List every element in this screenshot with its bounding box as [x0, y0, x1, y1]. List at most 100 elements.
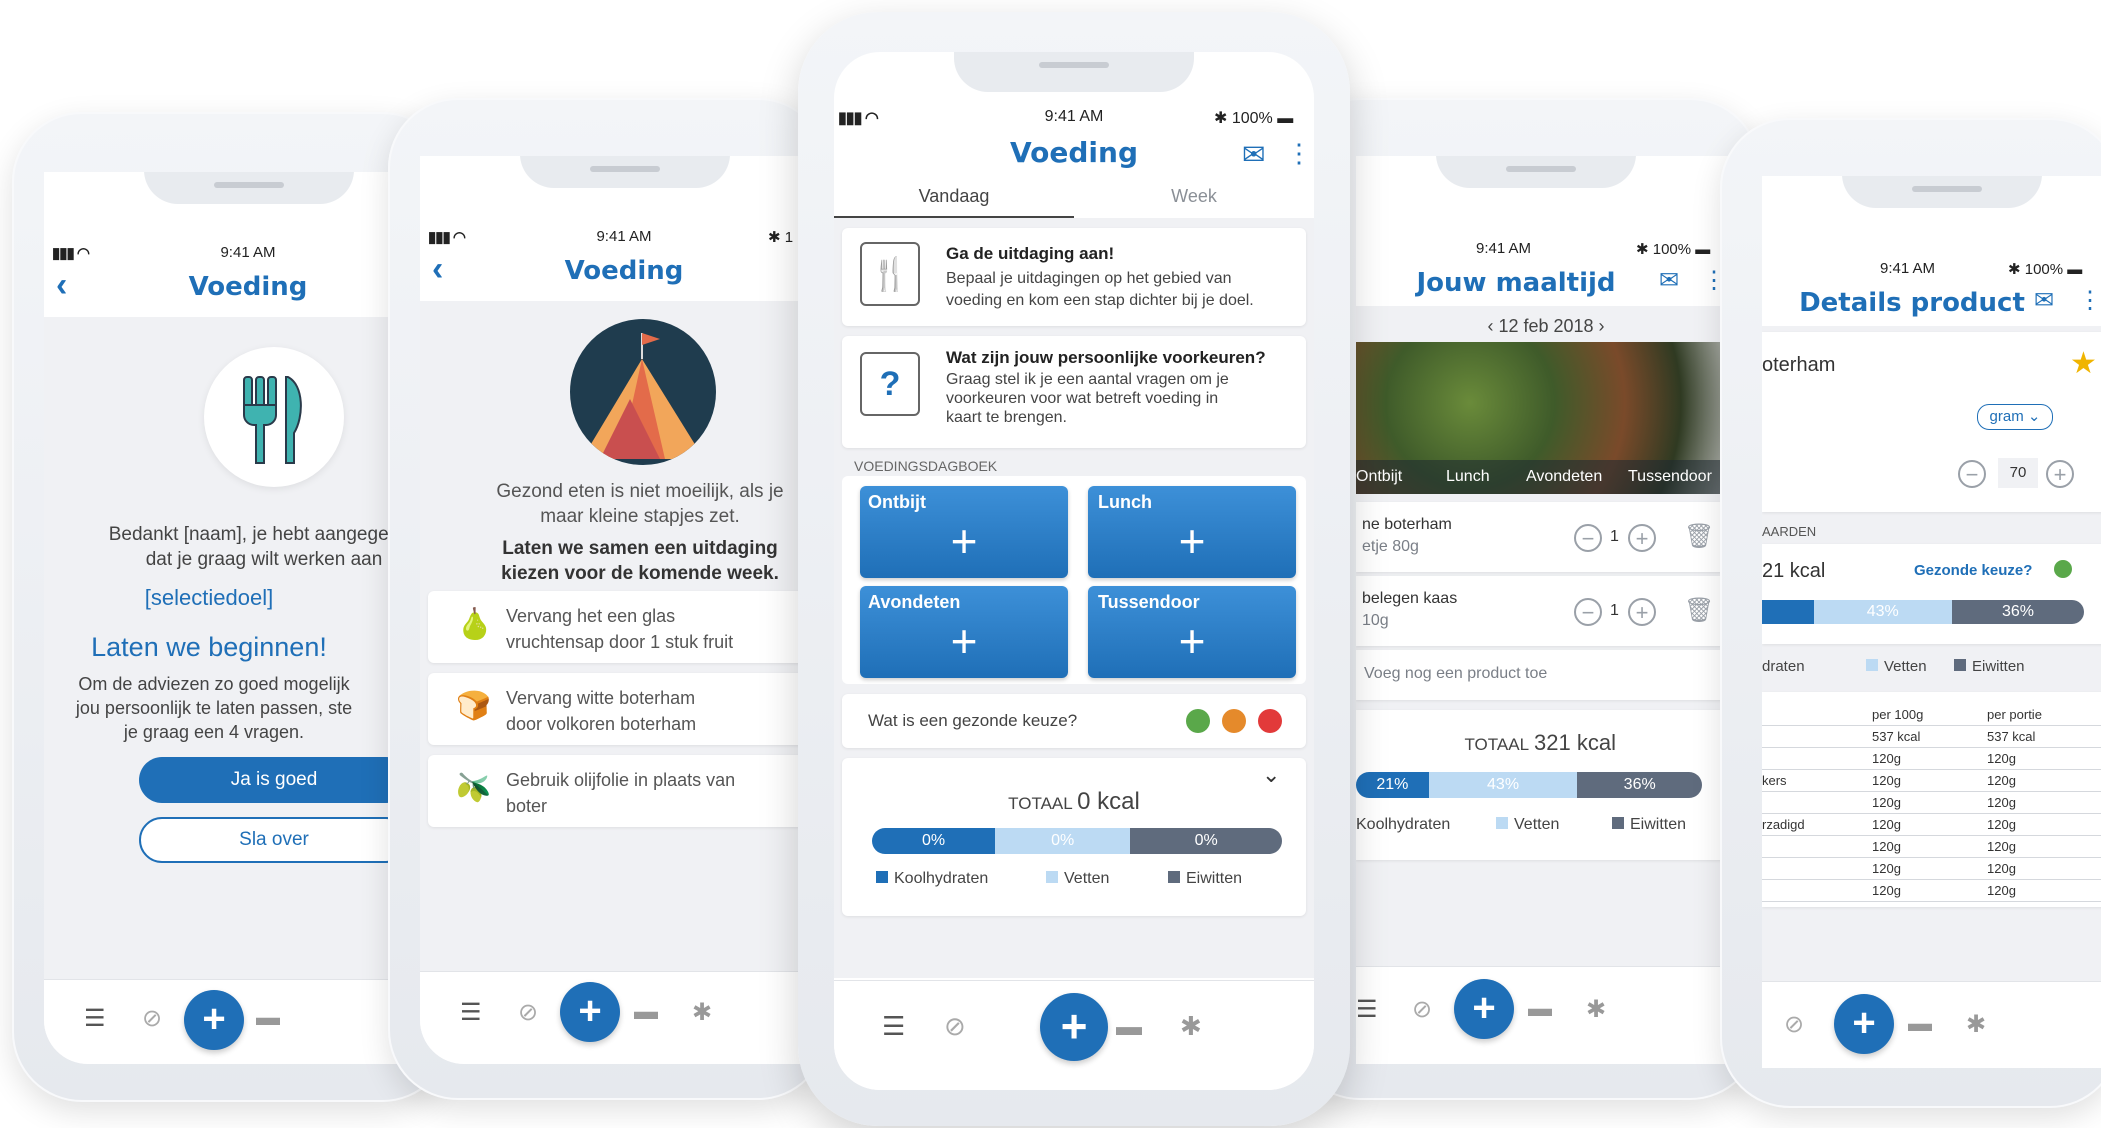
add-button[interactable]: +: [1040, 993, 1108, 1061]
plus-button[interactable]: +: [2046, 460, 2074, 488]
cutlery-icon: 🍴: [860, 242, 920, 306]
meal-tab[interactable]: Tussendoor: [1628, 468, 1712, 486]
more-icon[interactable]: ⋮: [2078, 286, 2101, 315]
tab-bar: ☰ ⊘ + ▬ ✱: [420, 971, 828, 1064]
add-product-row[interactable]: Voeg nog een product toe: [1356, 650, 1736, 700]
meal-tile-breakfast[interactable]: Ontbijt +: [860, 486, 1068, 578]
product-row[interactable]: belegen kaas 10g − 1 + 🗑: [1356, 576, 1736, 646]
plus-button[interactable]: +: [1628, 598, 1656, 626]
content: ‹ 12 feb 2018 › Ontbijt Lunch Avondeten …: [1356, 306, 1736, 966]
yes-button[interactable]: Ja is goed: [139, 757, 409, 803]
trash-icon[interactable]: 🗑: [1684, 522, 1714, 551]
meal-tabs: Ontbijt Lunch Avondeten Tussendoor: [1356, 460, 1736, 494]
compass-icon[interactable]: ⊘: [142, 1004, 162, 1033]
green-dot: [1186, 709, 1210, 733]
list-icon[interactable]: ☰: [1356, 995, 1378, 1024]
amount-input[interactable]: 70: [1998, 458, 2038, 488]
legend-carbs: Koolhydraten: [876, 870, 988, 888]
speaker: [214, 182, 284, 188]
content: Gezond eten is niet moeilijk, als je maa…: [420, 301, 828, 1064]
description: Om de adviezen zo goed mogelijk jou pers…: [75, 674, 353, 742]
notch: [1842, 176, 2042, 208]
goal-link[interactable]: [selectiedoel]: [44, 585, 374, 611]
star-icon[interactable]: ★: [2070, 346, 2097, 381]
macro-bar: 21% 43% 36%: [1356, 772, 1702, 798]
legend-proteins: Eiwitten: [1168, 870, 1242, 888]
date-picker[interactable]: ‹ 12 feb 2018 ›: [1356, 316, 1736, 337]
chevron-down-icon[interactable]: ⌄: [1262, 762, 1280, 788]
product-sub: etje 80g: [1362, 538, 1419, 555]
bar-segment: 36%: [1577, 772, 1702, 798]
mail-icon[interactable]: ✉: [1242, 138, 1265, 171]
speaker: [1039, 62, 1109, 68]
total-card: ⌄ TOTAAL 0 kcal 0% 0% 0% Koolhydraten Ve…: [842, 758, 1306, 916]
list-icon[interactable]: ☰: [84, 1004, 106, 1033]
gear-icon[interactable]: ✱: [1966, 1010, 1986, 1039]
healthy-dot: [2054, 560, 2072, 578]
mail-icon[interactable]: ✉: [2034, 286, 2054, 315]
meal-tab[interactable]: Avondeten: [1526, 468, 1602, 486]
challenge-card[interactable]: 🍴 Ga de uitdaging aan! Bepaal je uitdagi…: [842, 228, 1306, 326]
trash-icon[interactable]: 🗑: [1684, 596, 1714, 625]
compass-icon[interactable]: ⊘: [1412, 995, 1432, 1024]
chat-icon[interactable]: ▬: [634, 998, 658, 1026]
add-button[interactable]: +: [560, 982, 620, 1042]
gear-icon[interactable]: ✱: [1180, 1011, 1202, 1042]
table-row: 120g 120g: [1762, 835, 2101, 858]
challenge-card[interactable]: 🍞 Vervang witte boterham door volkoren b…: [428, 673, 828, 745]
quantity: 1: [1610, 602, 1619, 619]
chat-icon[interactable]: ▬: [1116, 1011, 1142, 1042]
chat-icon[interactable]: ▬: [1528, 995, 1552, 1023]
challenge-card[interactable]: 🍐 Vervang het een glas vruchtensap door …: [428, 591, 828, 663]
healthy-choice-link[interactable]: Gezonde keuze?: [1914, 562, 2032, 579]
total-card: TOTAAL 321 kcal 21% 43% 36% Koolhydraten…: [1356, 710, 1736, 860]
meal-tile-dinner[interactable]: Avondeten +: [860, 586, 1068, 678]
compass-icon[interactable]: ⊘: [1784, 1010, 1804, 1039]
preferences-card[interactable]: ? Wat zijn jouw persoonlijke voorkeuren?…: [842, 336, 1306, 448]
add-button[interactable]: +: [184, 990, 244, 1050]
skip-button[interactable]: Sla over: [139, 817, 409, 863]
tab-today[interactable]: Vandaag: [834, 186, 1074, 207]
mail-icon[interactable]: ✉: [1659, 266, 1679, 295]
tab-bar: ⊘ + ▬ ✱: [1762, 981, 2101, 1068]
battery-indicator: ✱ 100% ▬: [1636, 241, 1711, 258]
compass-icon[interactable]: ⊘: [518, 998, 538, 1027]
meal-tile-snack[interactable]: Tussendoor +: [1088, 586, 1296, 678]
chat-icon[interactable]: ▬: [1908, 1010, 1932, 1038]
mountain-illustration: [570, 319, 716, 465]
minus-button[interactable]: −: [1958, 460, 1986, 488]
list-icon[interactable]: ☰: [460, 998, 482, 1027]
chat-icon[interactable]: ▬: [256, 1004, 280, 1032]
minus-button[interactable]: −: [1574, 524, 1602, 552]
table-row: rzadigd 120g 120g: [1762, 813, 2101, 836]
product-row[interactable]: ne boterham etje 80g − 1 + 🗑: [1356, 502, 1736, 572]
gear-icon[interactable]: ✱: [692, 998, 712, 1027]
phone-challenge: ▮▮▮ ◠ 9:41 AM ✱ 1 ‹ Voeding Gezond eten …: [388, 98, 828, 1100]
table-header: per 100g per portie: [1762, 704, 2101, 726]
tab-bar: ☰ ⊘ + ▬ ✱: [1356, 966, 1736, 1064]
healthy-choice-card[interactable]: Wat is een gezonde keuze?: [842, 694, 1306, 748]
gear-icon[interactable]: ✱: [1586, 995, 1606, 1024]
more-icon[interactable]: ⋮: [1286, 138, 1312, 169]
product-card: oterham ★ gram ⌄ − 70 +: [1762, 332, 2101, 512]
plus-icon: +: [1178, 515, 1206, 567]
challenge-card[interactable]: 🫒 Gebruik olijfolie in plaats van boter: [428, 755, 828, 827]
meal-tab[interactable]: Ontbijt: [1356, 468, 1402, 486]
add-button[interactable]: +: [1834, 994, 1894, 1054]
add-button[interactable]: +: [1454, 979, 1514, 1039]
notch: [954, 52, 1194, 92]
plus-button[interactable]: +: [1628, 524, 1656, 552]
orange-dot: [1222, 709, 1246, 733]
meal-tab[interactable]: Lunch: [1446, 468, 1490, 486]
plus-icon: +: [950, 615, 978, 667]
minus-button[interactable]: −: [1574, 598, 1602, 626]
table-row: kers 120g 120g: [1762, 769, 2101, 792]
content: oterham ★ gram ⌄ − 70 + AARDEN 21 kcal G…: [1762, 326, 2101, 981]
tab-week[interactable]: Week: [1074, 186, 1314, 207]
meal-tile-lunch[interactable]: Lunch +: [1088, 486, 1296, 578]
bread-icon: 🍞: [456, 690, 491, 721]
compass-icon[interactable]: ⊘: [944, 1011, 966, 1042]
unit-select[interactable]: gram ⌄: [1977, 404, 2053, 430]
card-title: Wat zijn jouw persoonlijke voorkeuren?: [946, 348, 1266, 367]
list-icon[interactable]: ☰: [882, 1011, 905, 1042]
